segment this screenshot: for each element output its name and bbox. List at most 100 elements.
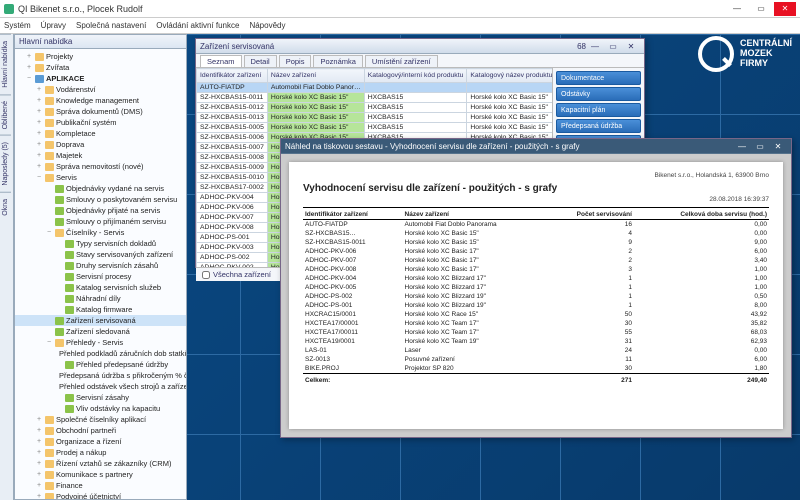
grid-action-button[interactable]: Dokumentace [556,71,641,85]
report-row: ADHOC-PS-001Horské kolo XC Blizzard 19"1… [303,301,769,310]
grid-col-header[interactable]: Název zařízení [267,69,364,83]
nav-tree-title: Hlavní nabídka [15,35,186,49]
report-date: 28.08.2018 16:39:37 [709,196,769,203]
nav-tree-panel: Hlavní nabídka +Projekty+Zvířata−APLIKAC… [14,34,187,500]
logo-q-icon [698,36,734,72]
tree-node[interactable]: Zařízení servisovaná [15,315,186,326]
tree-node[interactable]: Servisní zásahy [15,392,186,403]
tree-node[interactable]: Zařízení sledovaná [15,326,186,337]
grid-row[interactable]: SZ-HXCBAS15-0011Horské kolo XC Basic 15"… [197,93,553,103]
menu-item[interactable]: Úpravy [41,21,66,30]
grid-action-button[interactable]: Kapacitní plán [556,103,641,117]
tree-node[interactable]: −APLIKACE [15,73,186,84]
tree-node[interactable]: Přehled odstávek všech strojů a zařízení [15,381,186,392]
tree-node[interactable]: +Knowledge management [15,95,186,106]
tree-node[interactable]: +Správa nemovitostí (nové) [15,161,186,172]
grid-window-title: Zařízení servisovaná [200,42,577,51]
grid-col-header[interactable]: Katalogový/interní kód produktu [364,69,467,83]
grid-row[interactable]: SZ-HXCBAS15-0013Horské kolo XC Basic 15"… [197,113,553,123]
report-min-icon[interactable]: — [733,142,751,151]
grid-tab[interactable]: Seznam [200,55,242,67]
tree-node[interactable]: Katalog firmware [15,304,186,315]
tree-node[interactable]: Smlouvy o přijímaném servisu [15,216,186,227]
tree-node[interactable]: +Obchodní partneři [15,425,186,436]
all-devices-label: Všechna zařízení [213,270,271,279]
tree-node[interactable]: +Majetek [15,150,186,161]
tree-node[interactable]: −Číselníky - Servis [15,227,186,238]
tree-node[interactable]: +Zvířata [15,62,186,73]
tree-node[interactable]: +Organizace a řízení [15,436,186,447]
app-icon [4,4,14,14]
tree-node[interactable]: −Přehledy - Servis [15,337,186,348]
maximize-button[interactable]: ▭ [750,2,772,16]
tree-node[interactable]: Náhradní díly [15,293,186,304]
report-row: AUTO-FIATDPAutomobil Fiat Doblo Panorama… [303,220,769,230]
grid-col-header[interactable]: Katalogový název produktu [467,69,552,83]
report-max-icon[interactable]: ▭ [751,142,769,151]
tree-node[interactable]: Předepsaná údržba s přikročeným % čerpán… [15,370,186,381]
app-titlebar: QI Bikenet s.r.o., Plocek Rudolf — ▭ ✕ [0,0,800,18]
report-row: HXCTEA17/00011Horské kolo XC Team 17"556… [303,328,769,337]
tree-node[interactable]: +Finance [15,480,186,491]
report-row: BIKE.PROJProjektor SP 820301,80 [303,364,769,374]
menu-item[interactable]: Společná nastavení [76,21,146,30]
tree-node[interactable]: Přehled podkladů záručních dob statků [15,348,186,359]
grid-tab[interactable]: Detail [244,55,277,67]
tree-node[interactable]: −Servis [15,172,186,183]
menu-item[interactable]: Ovládání aktivní funkce [156,21,239,30]
grid-col-header[interactable]: Identifikátor zařízení [197,69,268,83]
tree-node[interactable]: +Publikační systém [15,117,186,128]
grid-min-icon[interactable]: — [586,42,604,51]
tree-node[interactable]: Stavy servisovaných zařízení [15,249,186,260]
grid-tab[interactable]: Poznámka [313,55,362,67]
grid-tab[interactable]: Umístění zařízení [365,55,438,67]
tree-node[interactable]: Objednávky přijaté na servis [15,205,186,216]
grid-action-button[interactable]: Odstávky [556,87,641,101]
grid-row[interactable]: SZ-HXCBAS15-0005Horské kolo XC Basic 15"… [197,123,553,133]
tree-node[interactable]: +Řízení vztahů se zákazníky (CRM) [15,458,186,469]
minimize-button[interactable]: — [726,2,748,16]
tree-node[interactable]: Typy servisních dokladů [15,238,186,249]
side-tab[interactable]: Hlavní nabídka [0,34,11,94]
grid-action-button[interactable]: Předepsaná údržba [556,119,641,133]
report-row: ADHOC-PKV-004Horské kolo XC Blizzard 17"… [303,274,769,283]
grid-window-titlebar[interactable]: Zařízení servisovaná 68 —▭✕ [196,39,644,54]
nav-tree[interactable]: +Projekty+Zvířata−APLIKACE+Vodárenství+K… [15,49,186,499]
close-button[interactable]: ✕ [774,2,796,16]
tree-node[interactable]: +Správa dokumentů (DMS) [15,106,186,117]
tree-node[interactable]: Vliv odstávky na kapacitu [15,403,186,414]
grid-row[interactable]: AUTO-FIATDPAutomobil Fiat Doblo Panor…AU… [197,83,553,93]
report-row: ADHOC-PKV-006Horské kolo XC Basic 17"26,… [303,247,769,256]
report-viewport[interactable]: Bikenet s.r.o., Holandská 1, 63900 Brno … [281,154,791,437]
all-devices-checkbox[interactable] [202,271,210,279]
tree-node[interactable]: +Komunikace s partnery [15,469,186,480]
grid-tab[interactable]: Popis [279,55,312,67]
grid-row[interactable]: SZ-HXCBAS15-0012Horské kolo XC Basic 15"… [197,103,553,113]
grid-close-icon[interactable]: ✕ [622,42,640,51]
side-tab[interactable]: Oblíbené [0,94,11,135]
report-close-icon[interactable]: ✕ [769,142,787,151]
tree-node[interactable]: Servisní procesy [15,271,186,282]
report-row: HXCTEA19/0001Horské kolo XC Team 19"3162… [303,337,769,346]
grid-max-icon[interactable]: ▭ [604,42,622,51]
tree-node[interactable]: +Projekty [15,51,186,62]
tree-node[interactable]: Smlouvy o poskytovaném servisu [15,194,186,205]
tree-node[interactable]: Katalog servisních služeb [15,282,186,293]
tree-node[interactable]: +Společné číselníky aplikací [15,414,186,425]
menu-item[interactable]: Systém [4,21,31,30]
side-tab[interactable]: Okna [0,192,11,222]
side-tab[interactable]: Naposledy (5) [0,135,11,192]
report-row: HXCTEA17/00001Horské kolo XC Team 17"303… [303,319,769,328]
tree-node[interactable]: +Prodej a nákup [15,447,186,458]
tree-node[interactable]: Druhy servisních zásahů [15,260,186,271]
tree-node[interactable]: Objednávky vydané na servis [15,183,186,194]
report-window-titlebar[interactable]: Náhled na tiskovou sestavu - Vyhodnocení… [281,139,791,154]
report-page: Bikenet s.r.o., Holandská 1, 63900 Brno … [289,162,783,429]
tree-node[interactable]: +Podvojné účetnictví [15,491,186,499]
tree-node[interactable]: +Kompletace [15,128,186,139]
window-buttons: — ▭ ✕ [726,2,796,16]
tree-node[interactable]: +Vodárenství [15,84,186,95]
tree-node[interactable]: +Doprava [15,139,186,150]
tree-node[interactable]: Přehled předepsané údržby [15,359,186,370]
menu-item[interactable]: Nápovědy [249,21,285,30]
